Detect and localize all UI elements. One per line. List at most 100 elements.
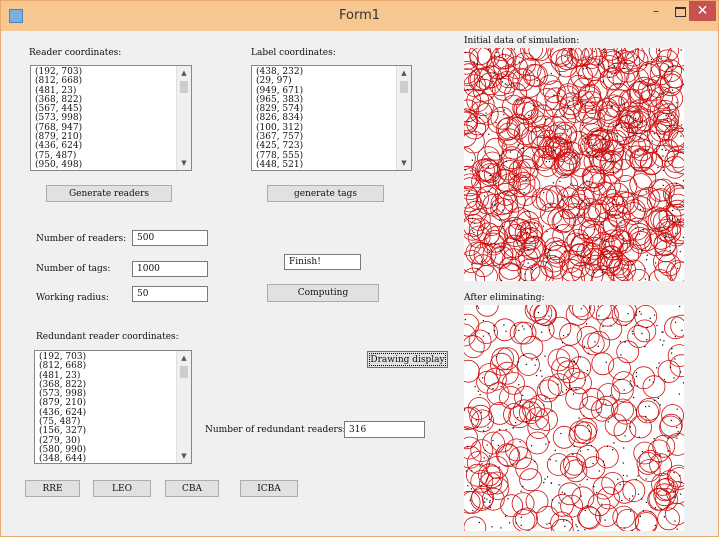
generate-readers-button[interactable]: Generate readers [46, 185, 172, 202]
tag-dot [511, 370, 513, 372]
tag-dot [602, 80, 605, 82]
tag-dot [548, 315, 550, 317]
tag-dot [550, 203, 552, 205]
tag-dot [570, 183, 572, 185]
redundant-readers-count-input[interactable] [344, 421, 425, 438]
tag-dot [471, 159, 473, 161]
tag-dot [641, 498, 643, 500]
tag-dot [612, 160, 614, 162]
computing-button[interactable]: Computing [267, 284, 379, 302]
tag-dot [566, 519, 568, 521]
tag-dot [506, 84, 508, 86]
tag-dot [678, 393, 680, 395]
tag-dot [662, 184, 664, 186]
tag-dot [558, 484, 560, 486]
status-textbox[interactable] [284, 254, 361, 270]
reader-range-circle [563, 367, 586, 391]
tag-dot [662, 155, 664, 157]
tag-dot [584, 509, 586, 512]
scroll-down-icon[interactable]: ▼ [177, 449, 191, 463]
reader-range-circle [629, 415, 653, 439]
scroll-thumb[interactable] [180, 366, 188, 378]
tag-dot [499, 155, 501, 157]
scroll-thumb[interactable] [180, 81, 188, 93]
tag-dot [523, 280, 525, 281]
tag-dot [674, 127, 676, 129]
tag-dot [503, 109, 505, 111]
tag-dot [477, 390, 479, 392]
tag-dot [680, 124, 683, 126]
after-eliminating-label: After eliminating: [464, 293, 545, 303]
title-bar[interactable]: Form1 – ✕ [1, 1, 718, 31]
scroll-up-icon[interactable]: ▲ [177, 351, 191, 365]
tag-dot [611, 67, 613, 69]
tag-dot [550, 72, 552, 75]
working-radius-input[interactable] [132, 286, 208, 302]
tag-dot [480, 485, 483, 487]
cba-button[interactable]: CBA [165, 480, 219, 497]
redundant-reader-list[interactable]: (192, 703) (812, 668) (481, 23) (368, 822)(… [34, 350, 192, 464]
tag-dot [597, 305, 599, 307]
tag-dot [525, 421, 527, 423]
redundant-list-scrollbar[interactable]: ▲ ▼ [176, 351, 191, 463]
rre-button[interactable]: RRE [25, 480, 80, 497]
tag-dot [555, 114, 557, 116]
tag-dot [636, 56, 638, 58]
generate-tags-button[interactable]: generate tags [267, 185, 384, 202]
leo-button[interactable]: LEO [93, 480, 151, 497]
tag-dot [644, 346, 646, 348]
reader-coordinates-list[interactable]: (192, 703) (812, 668) (481, 23) (368, 822)(… [30, 65, 192, 171]
tag-dot [545, 443, 547, 445]
tag-dot [500, 385, 502, 388]
label-coordinate-item[interactable]: (448, 521) [256, 160, 411, 170]
reader-range-circle [661, 404, 684, 427]
tag-dot [607, 421, 609, 423]
icba-button[interactable]: ICBA [240, 480, 298, 497]
tag-dot [662, 169, 664, 171]
tag-dot [586, 180, 588, 182]
minimize-button[interactable]: – [644, 1, 668, 21]
close-button[interactable]: ✕ [689, 1, 716, 21]
reader-range-circle [616, 340, 640, 364]
tag-dot [586, 505, 588, 507]
tag-dot [597, 345, 599, 347]
tag-dot [541, 331, 543, 333]
tag-dot [557, 383, 559, 385]
tag-dot [638, 436, 640, 438]
tag-dot [528, 114, 530, 116]
tag-dot [575, 154, 577, 156]
tag-dot [476, 268, 478, 270]
tag-dot [622, 462, 624, 464]
number-of-tags-input[interactable] [132, 261, 208, 277]
scroll-up-icon[interactable]: ▲ [177, 66, 191, 80]
scroll-down-icon[interactable]: ▼ [177, 156, 191, 170]
tag-dot [534, 460, 536, 462]
reader-range-circle [568, 424, 592, 448]
redundant-coordinate-item[interactable]: (348, 644) [39, 454, 191, 463]
tag-dot [503, 324, 505, 326]
reader-range-circle [660, 87, 684, 110]
tag-dot [518, 384, 520, 386]
label-coordinates-list[interactable]: (438, 232) (29, 97) (949, 671) (965, 383) (8… [251, 65, 412, 171]
tag-dot [614, 72, 616, 74]
tag-dot [534, 364, 536, 366]
tag-dot [494, 330, 496, 332]
tag-dot [644, 278, 646, 280]
tag-dot [573, 445, 575, 448]
tag-dot [531, 227, 533, 229]
scroll-thumb[interactable] [400, 81, 408, 93]
tag-dot [573, 361, 575, 363]
label-list-scrollbar[interactable]: ▲ ▼ [396, 66, 411, 170]
scroll-up-icon[interactable]: ▲ [397, 66, 411, 80]
reader-list-scrollbar[interactable]: ▲ ▼ [176, 66, 191, 170]
drawing-display-button[interactable]: Drawing display [367, 351, 448, 368]
reader-range-circle [572, 216, 596, 240]
number-of-readers-input[interactable] [132, 230, 208, 246]
tag-dot [565, 389, 568, 391]
tag-dot [543, 482, 545, 484]
reader-coordinate-item[interactable]: (950, 498) [35, 160, 191, 170]
tag-dot [475, 419, 477, 421]
tag-dot [679, 493, 682, 495]
tag-dot [655, 262, 657, 264]
scroll-down-icon[interactable]: ▼ [397, 156, 411, 170]
